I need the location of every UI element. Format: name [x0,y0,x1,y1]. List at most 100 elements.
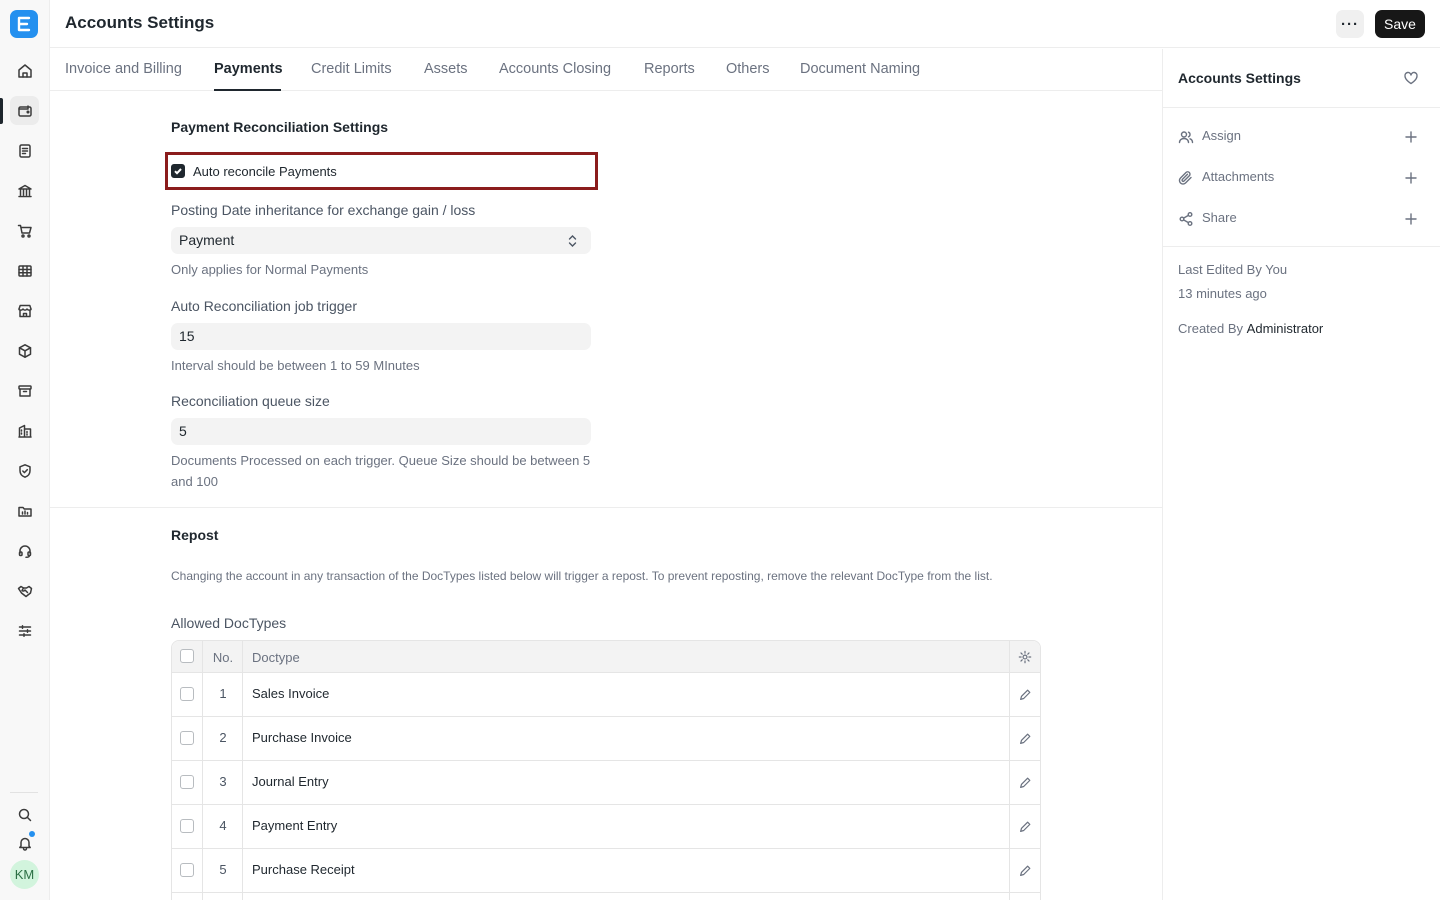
queue-size-input[interactable]: 5 [171,418,591,445]
column-header-doctype: Doctype [252,650,300,665]
job-trigger-input[interactable]: 15 [171,323,591,350]
gear-icon[interactable] [1018,650,1032,664]
tab-credit-limits[interactable]: Credit Limits [311,61,392,77]
tab-document-naming[interactable]: Document Naming [800,61,920,77]
posting-date-label: Posting Date inheritance for exchange ga… [171,202,476,218]
table-row[interactable]: 1 Sales Invoice [172,673,1040,717]
more-actions-button[interactable]: ··· [1336,10,1364,38]
pencil-icon[interactable] [1018,688,1032,702]
posting-date-help: Only applies for Normal Payments [171,262,369,277]
table-row[interactable]: 3 Journal Entry [172,761,1040,805]
select-all-checkbox[interactable] [180,649,194,663]
auto-reconcile-label[interactable]: Auto reconcile Payments [193,164,337,179]
auto-reconcile-checkbox[interactable] [171,164,185,178]
pencil-icon[interactable] [1018,864,1032,878]
table-row[interactable] [172,893,1040,900]
page-header: Accounts Settings ··· Save [50,0,1440,48]
row-checkbox[interactable] [180,775,194,789]
share-icon [1178,211,1194,227]
table-icon[interactable] [10,256,39,285]
table-header: No. Doctype [172,641,1040,673]
job-trigger-help: Interval should be between 1 to 59 MInut… [171,358,420,373]
row-checkbox[interactable] [180,687,194,701]
row-doctype[interactable]: Payment Entry [252,818,337,833]
bank-icon[interactable] [10,176,39,205]
notification-dot [29,831,35,837]
table-row[interactable]: 2 Purchase Invoice [172,717,1040,761]
pencil-icon[interactable] [1018,820,1032,834]
app-logo[interactable] [10,10,38,38]
row-checkbox[interactable] [180,819,194,833]
sidebar-item-label: Assign [1202,128,1242,143]
building-icon[interactable] [10,416,39,445]
tab-payments[interactable]: Payments [214,61,283,77]
form-tabs: Invoice and Billing Payments Credit Limi… [50,49,1162,91]
paperclip-icon [1178,170,1194,186]
headset-icon[interactable] [10,536,39,565]
row-doctype[interactable]: Journal Entry [252,774,329,789]
plus-icon[interactable] [1403,170,1419,186]
column-divider [1009,641,1010,900]
sidebar-title: Accounts Settings [1178,70,1301,86]
allowed-doctypes-table: No. Doctype 1 Sales Invoice 2 Purchase I… [171,640,1041,900]
row-doctype[interactable]: Sales Invoice [252,686,329,701]
column-divider [202,641,203,900]
row-doctype[interactable]: Purchase Receipt [252,862,355,877]
sidebar-item-assign[interactable]: Assign [1178,127,1428,147]
sidebar-item-share[interactable]: Share [1178,209,1428,229]
avatar[interactable]: KM [10,860,39,889]
queue-size-label: Reconciliation queue size [171,393,330,409]
search-icon[interactable] [10,800,39,829]
plus-icon[interactable] [1403,129,1419,145]
save-button[interactable]: Save [1375,10,1425,38]
archive-icon[interactable] [10,376,39,405]
tab-reports[interactable]: Reports [644,61,695,77]
row-number: 3 [219,774,227,789]
sidebar-divider [1163,107,1440,108]
section-title-payment-reconciliation: Payment Reconciliation Settings [171,119,389,135]
rail-active-indicator [0,98,3,124]
last-edited: Last Edited By You [1178,262,1288,277]
sidebar-item-label: Attachments [1202,169,1275,184]
pencil-icon[interactable] [1018,776,1032,790]
repost-description: Changing the account in any transaction … [171,569,993,583]
pencil-icon[interactable] [1018,732,1032,746]
table-row[interactable]: 5 Purchase Receipt [172,849,1040,893]
folder-chart-icon[interactable] [10,496,39,525]
row-number: 5 [219,862,227,877]
table-row[interactable]: 4 Payment Entry [172,805,1040,849]
cart-icon[interactable] [10,216,39,245]
file-text-icon[interactable] [10,136,39,165]
section-divider [50,507,1162,508]
bell-icon[interactable] [10,828,39,857]
app-rail: KM [0,0,50,900]
heart-icon[interactable] [1403,70,1419,86]
wallet-icon[interactable] [10,96,39,125]
sliders-icon[interactable] [10,616,39,645]
store-icon[interactable] [10,296,39,325]
row-checkbox[interactable] [180,731,194,745]
column-divider [242,641,243,900]
plus-icon[interactable] [1403,211,1419,227]
row-checkbox[interactable] [180,863,194,877]
shield-icon[interactable] [10,456,39,485]
users-icon [1178,129,1194,145]
tab-invoice-and-billing[interactable]: Invoice and Billing [65,61,182,77]
created-by: Created By Administrator [1178,321,1323,336]
posting-date-value: Payment [179,232,235,248]
row-doctype[interactable]: Purchase Invoice [252,730,352,745]
home-icon[interactable] [10,56,39,85]
tab-accounts-closing[interactable]: Accounts Closing [499,61,611,77]
last-edited-time: 13 minutes ago [1178,286,1267,301]
row-number: 4 [219,818,227,833]
posting-date-select[interactable]: Payment [171,227,591,254]
tab-assets[interactable]: Assets [424,61,468,77]
package-icon[interactable] [10,336,39,365]
allowed-doctypes-label: Allowed DocTypes [171,615,287,631]
form-sidebar: Accounts Settings Assign Attachments Sha… [1163,49,1440,900]
section-title-repost: Repost [171,527,219,543]
sidebar-item-attachments[interactable]: Attachments [1178,168,1428,188]
tab-others[interactable]: Others [726,61,770,77]
handshake-icon[interactable] [10,576,39,605]
created-by-user[interactable]: Administrator [1247,321,1324,336]
